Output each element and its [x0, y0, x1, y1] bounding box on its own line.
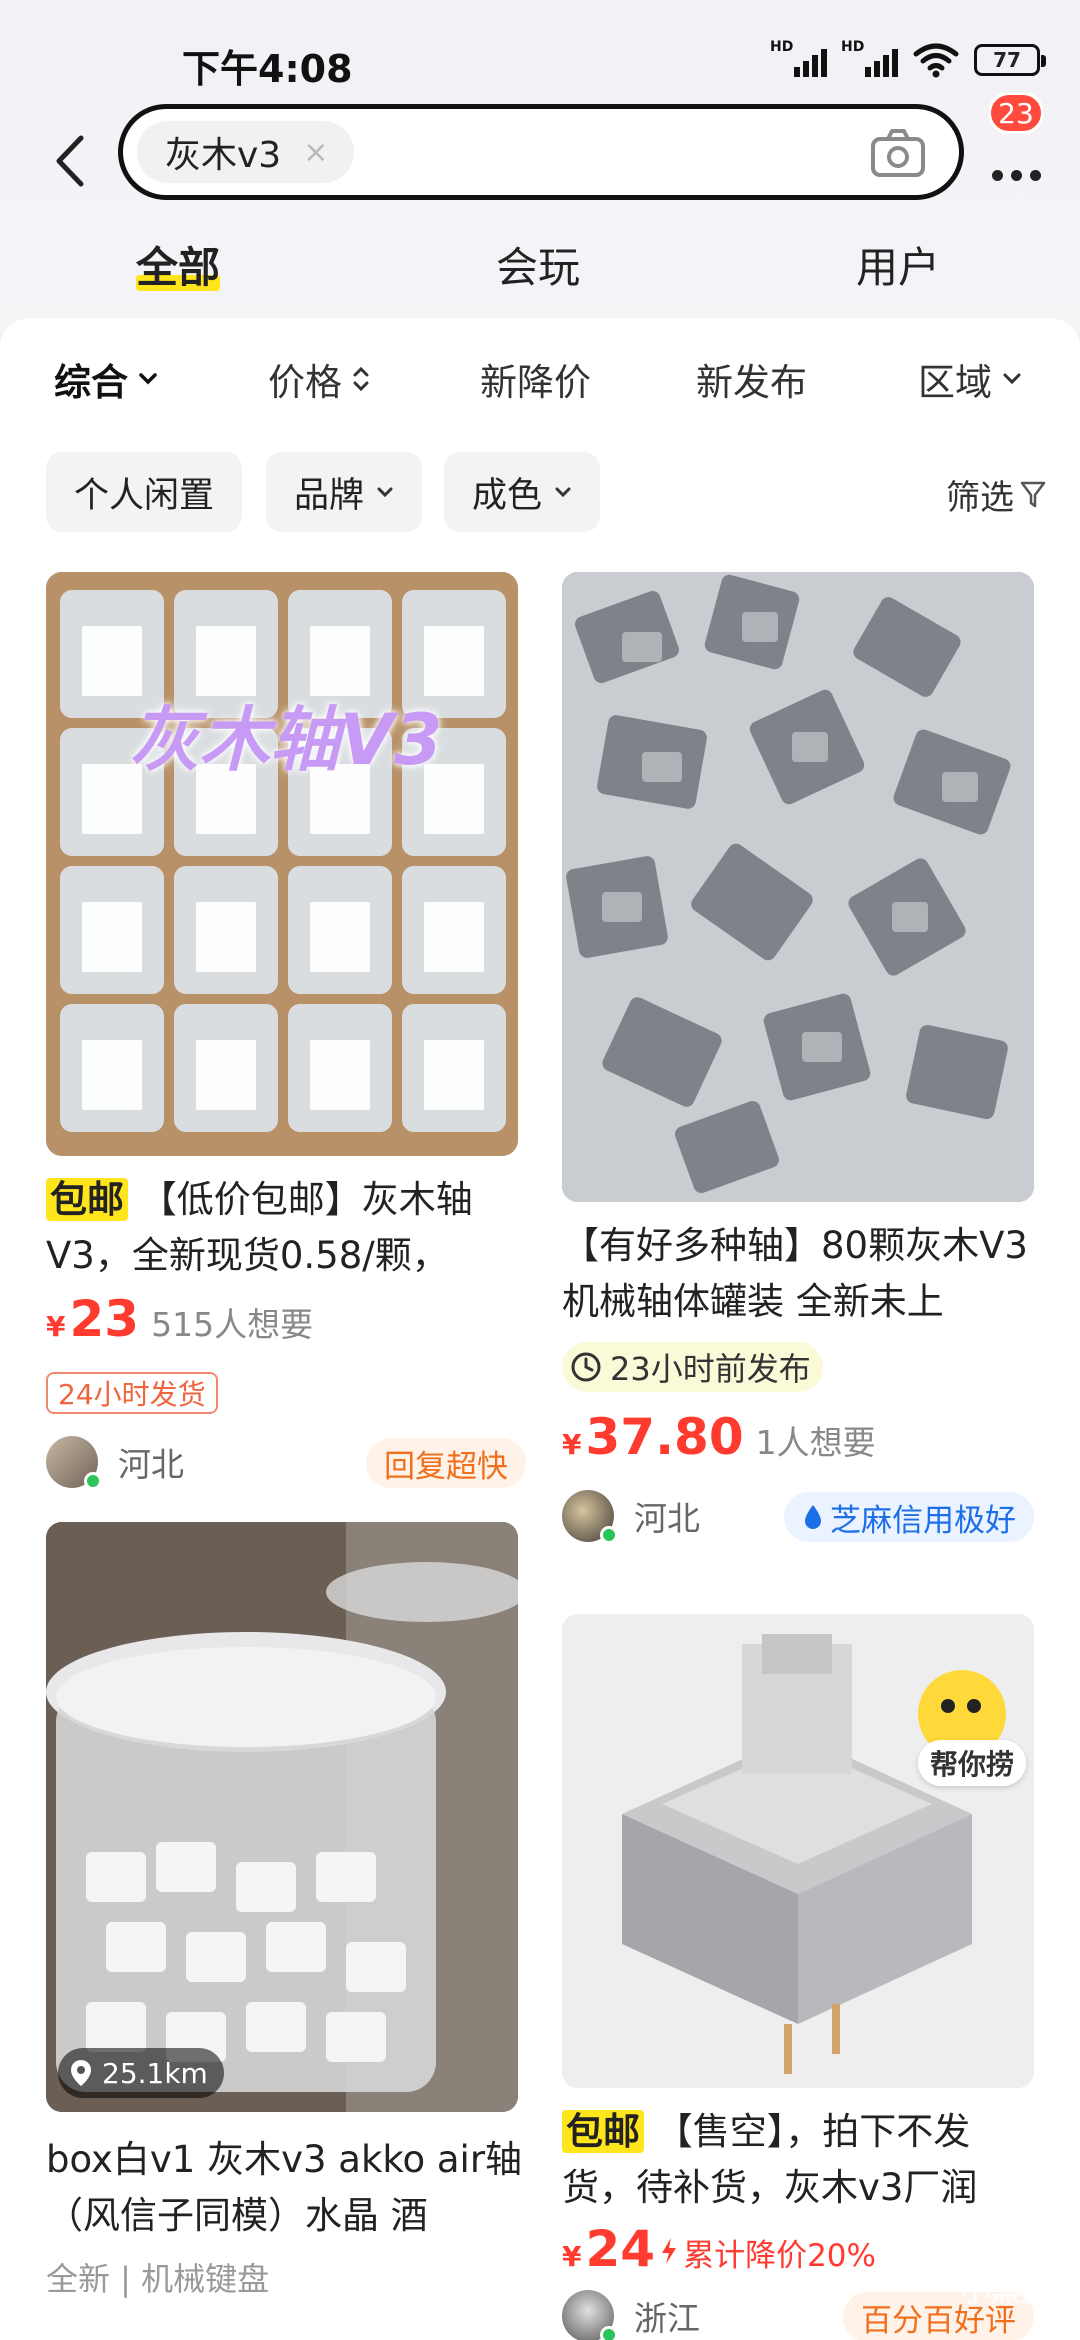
funnel-icon: [1020, 481, 1046, 507]
signal-icon: HD: [770, 39, 827, 77]
wifi-icon: [913, 43, 959, 78]
product-photo: [46, 572, 518, 1156]
tab-all[interactable]: 全部: [136, 234, 221, 295]
back-button[interactable]: [40, 116, 100, 206]
product-image[interactable]: [562, 572, 1034, 1202]
sort-filter-panel: 综合 价格 新降价 新发布 区域 个人闲置 品牌 成色 筛选: [0, 318, 1080, 558]
product-card[interactable]: 灰木轴V3 包邮 【低价包邮】灰木轴V3，全新现货0.58/颗， ¥23 515…: [46, 572, 526, 1490]
want-count: 515人想要: [151, 1305, 314, 1344]
product-title: 【有好多种轴】80颗灰木V3机械轴体罐装 全新未上: [562, 1224, 1028, 1323]
more-menu-button[interactable]: [984, 130, 1054, 190]
seller-location: 河北: [634, 1499, 700, 1538]
product-title: 包邮 【售空】，拍下不发货，待补货，灰木v3厂润: [562, 2110, 978, 2209]
chevron-down-icon: [1003, 373, 1021, 385]
location-pin-icon: [71, 2060, 91, 2086]
water-drop-icon: [805, 1505, 821, 1529]
clear-query-icon[interactable]: ×: [303, 135, 328, 170]
battery-icon: 77: [974, 44, 1046, 76]
search-header: 灰木v3 × 23 全部 会玩 用户: [0, 92, 1080, 326]
product-photo: [562, 572, 1034, 1202]
seller-info[interactable]: 河北: [562, 1490, 700, 1544]
camera-icon[interactable]: [869, 125, 927, 181]
filter-brand[interactable]: 品牌: [266, 452, 422, 532]
product-image[interactable]: 灰木轴V3: [46, 572, 518, 1156]
sort-price[interactable]: 价格: [268, 352, 370, 406]
help-find-tag: 帮你捞: [917, 1740, 1026, 1786]
avatar: [562, 1490, 618, 1544]
free-shipping-badge: 包邮: [562, 2110, 644, 2153]
product-title: 包邮 【低价包邮】灰木轴V3，全新现货0.58/颗，: [46, 1178, 473, 1277]
tab-users[interactable]: 用户: [856, 234, 940, 295]
image-overlay-text: 灰木轴V3: [129, 699, 443, 781]
sort-updown-icon: [353, 366, 369, 392]
sort-comprehensive[interactable]: 综合: [54, 352, 158, 406]
chevron-down-icon: [377, 487, 393, 498]
more-icon: [992, 170, 1041, 181]
search-query-text: 灰木v3: [165, 135, 282, 176]
watermark: 小黑盒: [960, 2274, 1050, 2309]
filter-personal-idle[interactable]: 个人闲置: [46, 452, 242, 532]
filter-button[interactable]: 筛选: [946, 470, 1046, 519]
avatar: [562, 2290, 618, 2340]
result-tabs: 全部 会玩 用户: [0, 234, 1080, 314]
search-input[interactable]: 灰木v3 ×: [118, 104, 964, 200]
signal-icon: HD: [841, 39, 898, 77]
lightning-icon: [662, 2238, 677, 2264]
chevron-down-icon: [139, 373, 157, 385]
reply-fast-tag: 回复超快: [366, 1438, 526, 1488]
sort-new-drop[interactable]: 新降价: [480, 352, 591, 406]
product-price: ¥24 累计降价20%: [562, 2220, 876, 2278]
sort-new-post[interactable]: 新发布: [696, 352, 807, 406]
product-price: ¥37.80 1人想要: [562, 1408, 876, 1466]
product-card[interactable]: 帮你捞 包邮 【售空】，拍下不发货，待补货，灰木v3厂润 ¥24 累计降价20%…: [562, 1614, 1042, 2340]
tab-play[interactable]: 会玩: [496, 234, 580, 295]
product-card[interactable]: 【有好多种轴】80颗灰木V3机械轴体罐装 全新未上 23小时前发布 ¥37.80…: [562, 572, 1042, 1572]
avatar: [46, 1436, 102, 1490]
credit-tag: 芝麻信用极好: [784, 1492, 1034, 1542]
status-time: 下午4:08: [182, 47, 353, 91]
product-image[interactable]: 25.1km: [46, 1522, 518, 2112]
posted-time-tag: 23小时前发布: [562, 1342, 823, 1392]
filter-condition[interactable]: 成色: [444, 452, 600, 532]
seller-location: 浙江: [634, 2299, 700, 2338]
free-shipping-badge: 包邮: [46, 1178, 128, 1221]
status-bar: 下午4:08 HD HD 77: [0, 0, 1080, 110]
sort-region[interactable]: 区域: [918, 352, 1022, 406]
product-photo: [46, 1522, 518, 2112]
distance-badge: 25.1km: [58, 2048, 224, 2098]
product-photo: [562, 1614, 1034, 2088]
results-feed: 灰木轴V3 包邮 【低价包邮】灰木轴V3，全新现货0.58/颗， ¥23 515…: [0, 558, 1080, 2340]
product-title: box白v1 灰木v3 akko air轴（风信子同模）水晶 酒: [46, 2138, 523, 2237]
seller-info[interactable]: 河北: [46, 1436, 184, 1490]
search-query-chip[interactable]: 灰木v3 ×: [137, 121, 355, 183]
price-drop-note: 累计降价20%: [683, 2238, 876, 2274]
ship-24h-tag: 24小时发货: [46, 1372, 218, 1414]
product-meta: 全新 | 机械键盘: [46, 2260, 270, 2298]
clock-icon: [571, 1352, 601, 1382]
notification-badge: 23: [988, 92, 1044, 134]
seller-location: 河北: [118, 1445, 184, 1484]
product-image[interactable]: 帮你捞: [562, 1614, 1034, 2088]
product-card[interactable]: 25.1km box白v1 灰木v3 akko air轴（风信子同模）水晶 酒 …: [46, 1522, 526, 2340]
want-count: 1人想要: [755, 1423, 876, 1462]
product-price: ¥23 515人想要: [46, 1290, 314, 1348]
chevron-down-icon: [555, 487, 571, 498]
chevron-left-icon: [56, 135, 84, 187]
seller-info[interactable]: 浙江: [562, 2290, 700, 2340]
status-icons: HD HD 77: [770, 39, 1046, 80]
